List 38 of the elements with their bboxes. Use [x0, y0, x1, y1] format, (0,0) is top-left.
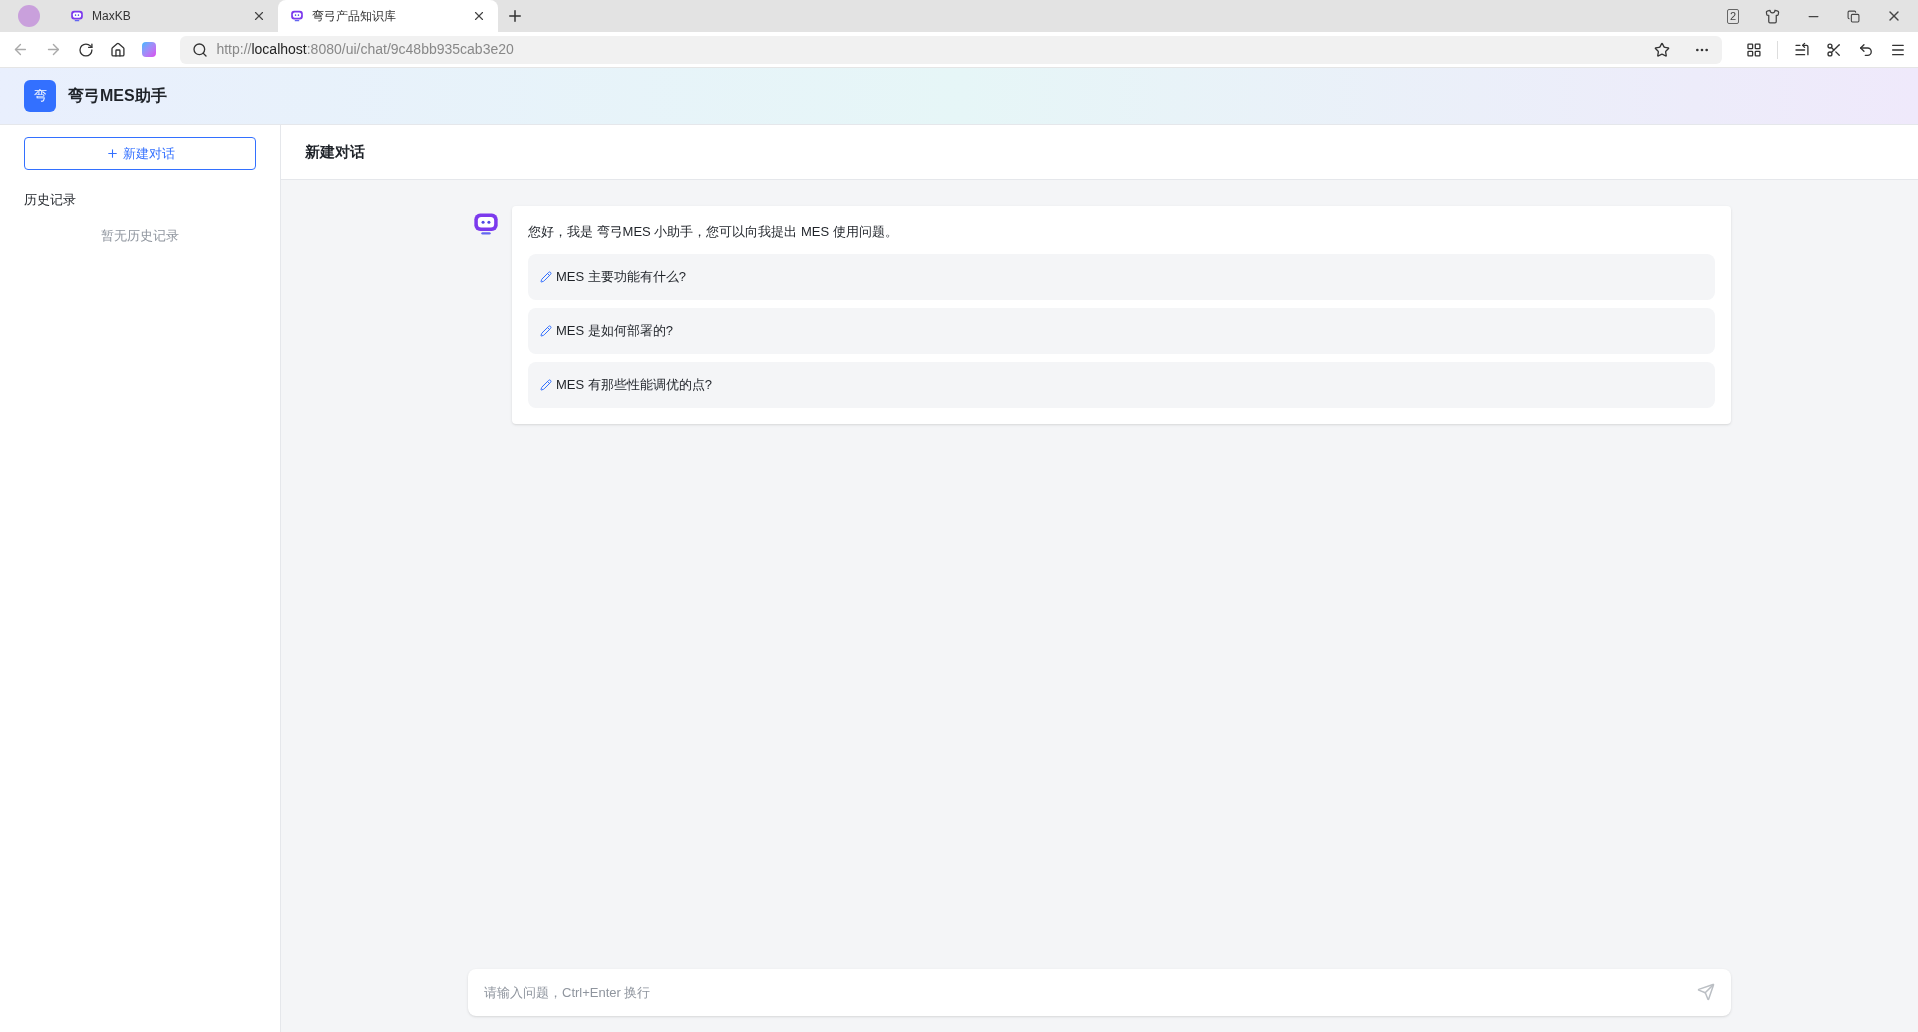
home-icon[interactable]	[109, 41, 126, 58]
close-icon[interactable]	[252, 9, 266, 23]
reload-icon[interactable]	[77, 41, 94, 58]
tab-count-badge[interactable]: 2	[1726, 8, 1739, 24]
history-title: 历史记录	[24, 191, 77, 209]
grid-icon[interactable]	[1745, 41, 1762, 58]
pencil-icon	[540, 270, 552, 283]
robot-icon	[70, 9, 84, 23]
bookmark-star-icon[interactable]	[1653, 41, 1670, 58]
greeting-text: 您好，我是 弯弓MES 小助手，您可以向我提出 MES 使用问题。	[528, 223, 899, 241]
pencil-icon	[540, 378, 552, 391]
pencil-icon	[540, 324, 552, 337]
suggested-question[interactable]: MES 主要功能有什么?	[528, 253, 1715, 300]
question-input[interactable]: 请输入问题，Ctrl+Enter 换行	[468, 969, 1731, 1016]
new-chat-button[interactable]: 新建对话	[24, 137, 256, 170]
address-bar[interactable]: http://localhost:8080/ui/chat/9c48bb935cab3e20	[180, 35, 1722, 64]
suggested-question[interactable]: MES 是如何部署的?	[528, 307, 1715, 354]
robot-icon	[290, 9, 304, 23]
shirt-icon[interactable]	[1765, 8, 1780, 24]
browser-tab[interactable]: MaxKB	[58, 0, 278, 32]
app-title: 弯弓MES助手	[68, 86, 167, 106]
search-icon	[192, 41, 209, 58]
scissors-icon[interactable]	[1826, 41, 1843, 58]
ai-icon[interactable]	[141, 42, 157, 57]
close-icon[interactable]	[472, 9, 486, 23]
chat-title: 新建对话	[305, 141, 365, 162]
browser-tab[interactable]: 弯弓产品知识库	[278, 0, 498, 32]
empty-history-text: 暂无历史记录	[100, 226, 180, 245]
tab-title: MaxKB	[92, 8, 132, 25]
app-logo: 弯	[24, 80, 56, 112]
favorites-icon[interactable]	[1794, 41, 1811, 58]
restore-icon[interactable]	[1847, 9, 1860, 23]
undo-icon[interactable]	[1858, 41, 1875, 58]
plus-icon	[105, 147, 119, 160]
tab-title: 弯弓产品知识库	[312, 8, 397, 25]
url-text: http://localhost:8080/ui/chat/9c48bb935cab3e20	[216, 40, 515, 59]
suggested-question[interactable]: MES 有那些性能调优的点?	[528, 361, 1715, 408]
new-tab-icon[interactable]	[506, 7, 524, 25]
